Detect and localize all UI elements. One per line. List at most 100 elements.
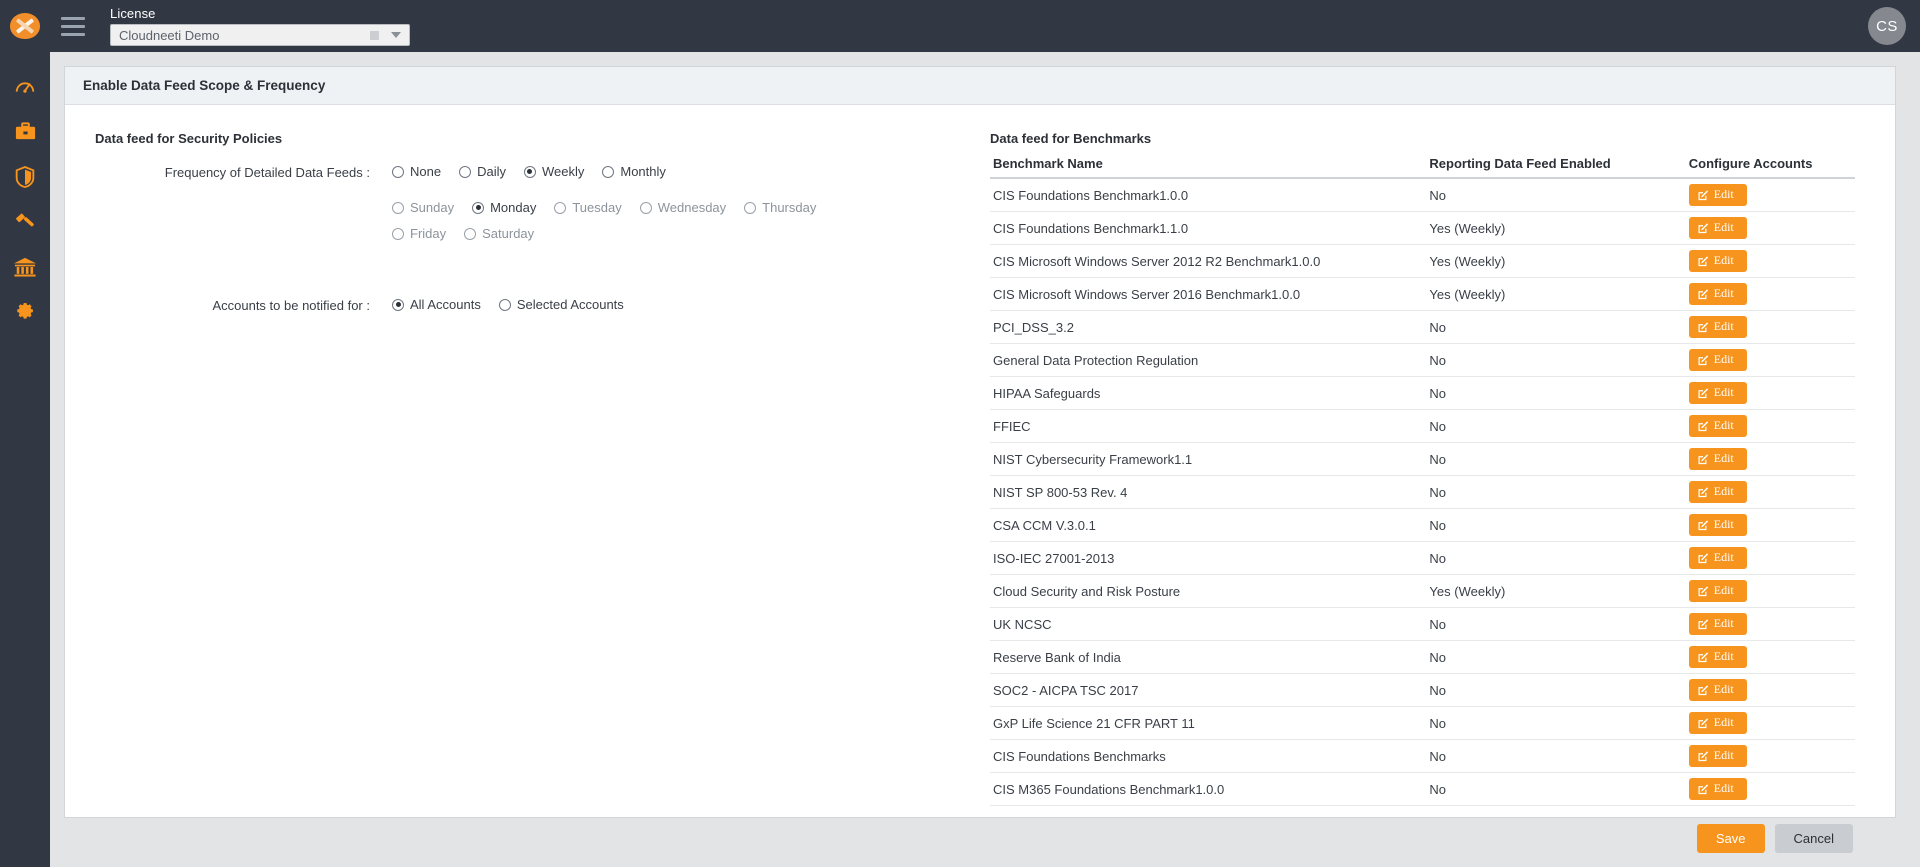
edit-button[interactable]: Edit — [1688, 250, 1747, 272]
sidebar-item-portfolio[interactable] — [0, 109, 50, 154]
license-dropdown[interactable]: Cloudneeti Demo — [110, 24, 410, 46]
gear-icon — [17, 302, 33, 319]
benchmark-name-cell: CIS Foundations Benchmarks — [990, 739, 1427, 773]
benchmark-name-cell: Reserve Bank of India — [990, 640, 1427, 674]
radio-accounts-all-accounts[interactable]: All Accounts — [392, 297, 481, 312]
radio-day-monday[interactable]: Monday — [472, 200, 536, 215]
reporting-enabled-cell: Yes (Weekly) — [1426, 211, 1686, 245]
reporting-enabled-cell: No — [1426, 772, 1686, 806]
table-row: FFIEC No Edit — [990, 409, 1855, 443]
radio-label: Daily — [477, 164, 506, 179]
edit-button-label: Edit — [1713, 517, 1734, 531]
benchmarks-table: Benchmark Name Reporting Data Feed Enabl… — [990, 156, 1855, 806]
sidebar-item-compliance[interactable] — [0, 199, 50, 244]
edit-button[interactable]: Edit — [1688, 316, 1747, 338]
edit-button-label: Edit — [1713, 286, 1734, 300]
sidebar-item-governance[interactable] — [0, 244, 50, 289]
avatar[interactable]: CS — [1868, 7, 1906, 45]
radio-label: Tuesday — [572, 200, 622, 215]
card-header: Enable Data Feed Scope & Frequency — [65, 67, 1895, 105]
radio-day-friday[interactable]: Friday — [392, 226, 446, 241]
edit-button[interactable]: Edit — [1688, 712, 1747, 734]
edit-button[interactable]: Edit — [1688, 382, 1747, 404]
chevron-down-icon[interactable] — [391, 32, 401, 38]
table-header-row: Benchmark Name Reporting Data Feed Enabl… — [990, 156, 1855, 179]
radio-accounts-selected-accounts[interactable]: Selected Accounts — [498, 297, 624, 312]
edit-button[interactable]: Edit — [1688, 415, 1747, 437]
pencil-square-edit-icon — [1698, 585, 1708, 596]
edit-button[interactable]: Edit — [1688, 448, 1747, 470]
radio-label: None — [410, 164, 442, 179]
edit-button-label: Edit — [1713, 649, 1734, 663]
pencil-square-edit-icon — [1698, 420, 1708, 431]
pencil-square-edit-icon — [1698, 783, 1708, 794]
edit-button[interactable]: Edit — [1688, 547, 1747, 569]
radio-frequency-weekly[interactable]: Weekly — [523, 164, 584, 179]
edit-button[interactable]: Edit — [1688, 778, 1747, 800]
license-dropdown-value: Cloudneeti Demo — [119, 27, 220, 43]
table-row: NIST SP 800-53 Rev. 4 No Edit — [990, 475, 1855, 509]
sidebar-item-dashboard[interactable] — [0, 64, 50, 109]
configure-accounts-cell: Edit — [1685, 310, 1855, 344]
sidebar-item-security[interactable] — [0, 154, 50, 199]
edit-button[interactable]: Edit — [1688, 217, 1747, 239]
edit-button[interactable]: Edit — [1688, 514, 1747, 536]
reporting-enabled-cell: Yes (Weekly) — [1426, 574, 1686, 608]
radio-dot-icon — [639, 201, 652, 214]
edit-button[interactable]: Edit — [1688, 481, 1747, 503]
clear-selection-icon[interactable] — [370, 30, 379, 40]
license-label: License — [110, 6, 156, 21]
reporting-enabled-cell: No — [1426, 343, 1686, 377]
edit-button[interactable]: Edit — [1688, 679, 1747, 701]
radio-day-thursday[interactable]: Thursday — [744, 200, 816, 215]
edit-button[interactable]: Edit — [1688, 349, 1747, 371]
license-selector: License Cloudneeti Demo — [110, 6, 410, 46]
reporting-enabled-cell: No — [1426, 508, 1686, 542]
edit-button-label: Edit — [1713, 319, 1734, 333]
app-logo[interactable] — [0, 0, 50, 52]
radio-frequency-none[interactable]: None — [392, 164, 441, 179]
frequency-row: Frequency of Detailed Data Feeds : None D… — [95, 164, 990, 241]
configure-accounts-cell: Edit — [1685, 244, 1855, 278]
edit-button-label: Edit — [1713, 748, 1734, 762]
radio-day-sunday[interactable]: Sunday — [392, 200, 454, 215]
radio-day-wednesday[interactable]: Wednesday — [639, 200, 726, 215]
edit-button[interactable]: Edit — [1688, 613, 1747, 635]
radio-frequency-daily[interactable]: Daily — [459, 164, 506, 179]
column-header-reporting-enabled: Reporting Data Feed Enabled — [1426, 156, 1686, 179]
benchmark-name-cell: CSA CCM V.3.0.1 — [990, 508, 1427, 542]
radio-dot-icon — [392, 227, 404, 240]
radio-frequency-monthly[interactable]: Monthly — [602, 164, 666, 179]
table-row: Reserve Bank of India No Edit — [990, 640, 1855, 674]
configure-accounts-cell: Edit — [1685, 508, 1855, 542]
sidebar-item-settings[interactable] — [0, 289, 50, 334]
cancel-button[interactable]: Cancel — [1774, 824, 1853, 853]
pencil-square-edit-icon — [1698, 486, 1708, 497]
edit-button-label: Edit — [1713, 451, 1734, 465]
pencil-square-edit-icon — [1698, 684, 1708, 695]
edit-button[interactable]: Edit — [1688, 745, 1747, 767]
gavel-icon — [15, 213, 34, 227]
radio-dot-icon — [392, 201, 404, 214]
benchmark-name-cell: SOC2 - AICPA TSC 2017 — [990, 673, 1427, 707]
edit-button[interactable]: Edit — [1688, 580, 1747, 602]
reporting-enabled-cell: No — [1426, 607, 1686, 641]
security-policies-title: Data feed for Security Policies — [95, 131, 283, 146]
edit-button[interactable]: Edit — [1688, 646, 1747, 668]
radio-day-tuesday[interactable]: Tuesday — [554, 200, 622, 215]
cloudneeti-logo-icon — [10, 13, 40, 39]
table-row: SOC2 - AICPA TSC 2017 No Edit — [990, 673, 1855, 707]
configure-accounts-cell: Edit — [1685, 277, 1855, 311]
reporting-enabled-cell: No — [1426, 475, 1686, 509]
edit-button[interactable]: Edit — [1688, 184, 1747, 206]
radio-day-saturday[interactable]: Saturday — [464, 226, 534, 241]
hamburger-menu-icon[interactable] — [50, 0, 96, 52]
table-row: Cloud Security and Risk Posture Yes (Week… — [990, 574, 1855, 608]
benchmark-name-cell: General Data Protection Regulation — [990, 343, 1427, 377]
column-header-benchmark-name: Benchmark Name — [990, 156, 1427, 179]
edit-button[interactable]: Edit — [1688, 283, 1747, 305]
save-button[interactable]: Save — [1696, 824, 1765, 853]
reporting-enabled-cell: No — [1426, 640, 1686, 674]
pencil-square-edit-icon — [1698, 222, 1708, 233]
reporting-enabled-cell: No — [1426, 376, 1686, 410]
